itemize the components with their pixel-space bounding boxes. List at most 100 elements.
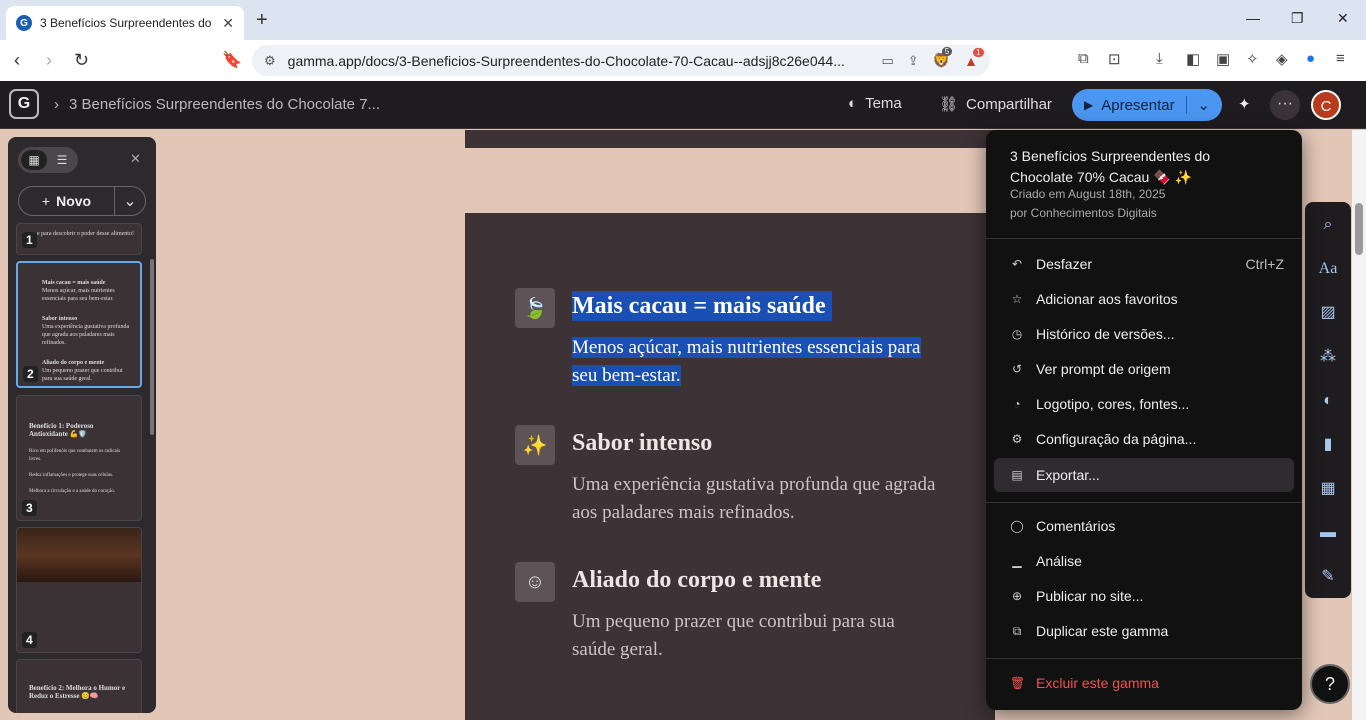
minimize-icon[interactable]: — — [1246, 10, 1260, 26]
menu-label: Configuração da página... — [1036, 431, 1197, 447]
new-dropdown-icon[interactable]: ⌄ — [115, 191, 145, 211]
slide-thumb-2[interactable]: Mais cacau = mais saúde Menos açúcar, ma… — [16, 261, 142, 388]
menu-icon[interactable]: ≡ — [1336, 50, 1345, 67]
film-icon[interactable]: ▦ — [1316, 477, 1340, 501]
tab-close-icon[interactable]: ✕ — [222, 15, 234, 32]
menu-label: Adicionar aos favoritos — [1036, 291, 1178, 307]
doc-author: por Conhecimentos Digitais — [1010, 206, 1157, 220]
extensions-icon[interactable]: ⧉ — [1078, 50, 1089, 67]
trash-icon: 🗑 — [1010, 676, 1026, 690]
slide-thumb-1[interactable]: e para descobrir o poder desse alimento!… — [16, 223, 142, 255]
menu-delete[interactable]: 🗑 Excluir este gamma — [994, 666, 1294, 700]
image-icon[interactable]: ▨ — [1316, 301, 1340, 325]
link-icon: ⛓ — [939, 96, 959, 113]
share-page-icon[interactable]: ⇪ — [908, 53, 919, 69]
help-button[interactable]: ? — [1310, 664, 1350, 704]
address-bar[interactable]: ⚙ gamma.app/docs/3-Beneficios-Surpreende… — [252, 45, 990, 76]
document-card[interactable]: 🍃 Mais cacau = mais saúde Menos açúcar, … — [465, 213, 995, 720]
search-icon[interactable]: ⌕ — [1316, 213, 1340, 237]
present-dropdown-icon[interactable]: ⌄ — [1186, 96, 1210, 114]
doc-title: 3 Benefícios Surpreendentes do Chocolate… — [1010, 148, 1211, 185]
prompt-icon: ↺ — [1011, 362, 1023, 376]
feature-title[interactable]: Aliado do corpo e mente — [572, 567, 821, 594]
scrollbar-thumb[interactable] — [1355, 203, 1363, 255]
avatar[interactable]: C — [1311, 90, 1341, 120]
divider — [986, 502, 1302, 503]
blocks-icon[interactable]: ⁂ — [1316, 345, 1340, 369]
thumb-line: Benefício 1: Poderoso Antioxidante 💪🛡️ — [29, 422, 94, 438]
menu-undo[interactable]: ↶ Desfazer Ctrl+Z — [994, 247, 1294, 281]
menu-comments[interactable]: ◯ Comentários — [994, 509, 1294, 543]
menu-label: Ver prompt de origem — [1036, 361, 1171, 377]
sidebar-close-icon[interactable]: ✕ — [130, 151, 141, 167]
chocolate-image — [17, 528, 141, 582]
window-close-icon[interactable]: ✕ — [1337, 10, 1349, 27]
new-label: Novo — [56, 193, 92, 209]
menu-label: Comentários — [1036, 518, 1116, 534]
new-card-label: + Novo — [19, 187, 115, 215]
menu-prompt[interactable]: ↺ Ver prompt de origem — [994, 352, 1294, 386]
menu-export[interactable]: ▤ Exportar... — [994, 458, 1294, 492]
menu-favorite[interactable]: ☆ Adicionar aos favoritos — [994, 282, 1294, 316]
menu-page-settings[interactable]: ⚙ Configuração da página... — [994, 422, 1294, 456]
gamma-logo-icon[interactable]: G — [9, 89, 39, 119]
site-info-icon[interactable]: ⚙ — [264, 53, 276, 69]
history-icon: ◷ — [1011, 327, 1023, 341]
slide-thumb-4[interactable]: 4 — [16, 527, 142, 653]
breadcrumb-title[interactable]: 3 Benefícios Surpreendentes do Chocolate… — [69, 96, 380, 113]
more-options-button[interactable]: ··· — [1270, 90, 1300, 120]
sidebar-scrollbar[interactable] — [150, 259, 154, 435]
feature-body[interactable]: Menos açúcar, mais nutrientes essenciais… — [572, 334, 942, 390]
palette-icon: ◐ — [848, 95, 858, 112]
reader-icon[interactable]: ⊡ — [1108, 50, 1121, 68]
bookmark-icon[interactable]: 🔖 — [222, 50, 242, 70]
chart-icon[interactable]: ▮ — [1316, 433, 1340, 457]
feature-title[interactable]: Mais cacau = mais saúde — [572, 291, 832, 321]
share-button[interactable]: ⛓ Compartilhar — [939, 95, 1052, 114]
right-toolbar: ⌕ Aa ▨ ⁂ ◐ ▮ ▦ ▬ ✎ — [1305, 202, 1351, 598]
sidebar-toggle-icon[interactable]: ◧ — [1186, 50, 1200, 68]
theme-label: Tema — [865, 95, 902, 112]
menu-publish[interactable]: ⊕ Publicar no site... — [994, 579, 1294, 613]
page-scrollbar[interactable] — [1352, 130, 1366, 720]
previous-card — [465, 130, 995, 148]
downloads-icon[interactable]: ⤓ — [1156, 50, 1163, 67]
thumb-line: Sabor intenso — [42, 316, 78, 322]
menu-history[interactable]: ◷ Histórico de versões... — [994, 317, 1294, 351]
ai-sparkle-icon[interactable]: ✦ — [1238, 95, 1251, 113]
globe-icon: ⊕ — [1011, 589, 1023, 603]
menu-label: Excluir este gamma — [1036, 675, 1159, 691]
brave-rewards-icon[interactable]: ▲ 1 — [964, 47, 984, 69]
slide-thumb-5[interactable]: Benefício 2: Melhora o Humor e Reduz o E… — [16, 659, 142, 713]
wallet-icon[interactable]: ▣ — [1216, 50, 1230, 68]
list-view-icon[interactable]: ☰ — [49, 150, 75, 170]
leo-ai-icon[interactable]: ✧ — [1246, 50, 1259, 68]
menu-analytics[interactable]: ▁ Análise — [994, 544, 1294, 578]
browser-tab[interactable]: G 3 Benefícios Surpreendentes do ✕ — [6, 6, 244, 40]
menu-branding[interactable]: ◔ Logotipo, cores, fontes... — [994, 387, 1294, 421]
menu-duplicate[interactable]: ⧉ Duplicar este gamma — [994, 614, 1294, 648]
feature-body[interactable]: Uma experiência gustativa profunda que a… — [572, 471, 942, 527]
theme-button[interactable]: ◐ Tema — [848, 95, 902, 112]
grid-view-icon[interactable]: ▦ — [21, 150, 47, 170]
star-icon: ☆ — [1011, 292, 1023, 306]
brave-shield-icon[interactable]: 🦁 5 — [933, 47, 953, 69]
new-tab-icon[interactable]: + — [256, 9, 268, 32]
forward-icon[interactable]: › — [46, 50, 52, 71]
feature-title[interactable]: Sabor intenso — [572, 430, 712, 457]
toggle-icon[interactable]: ◐ — [1316, 389, 1340, 413]
cast-icon[interactable]: ▭ — [882, 53, 894, 69]
present-button[interactable]: ▶ Apresentar ⌄ — [1072, 89, 1222, 121]
maximize-icon[interactable]: ❐ — [1291, 10, 1304, 27]
new-card-button[interactable]: + Novo ⌄ — [18, 186, 146, 216]
smiley-icon: ☺ — [515, 562, 555, 602]
profile-icon[interactable]: ● — [1306, 50, 1315, 67]
slide-thumb-3[interactable]: Benefício 1: Poderoso Antioxidante 💪🛡️ R… — [16, 395, 142, 521]
typography-icon[interactable]: Aa — [1316, 257, 1340, 281]
card-icon[interactable]: ▬ — [1316, 521, 1340, 545]
back-icon[interactable]: ‹ — [14, 50, 20, 71]
vpn-icon[interactable]: ◈ — [1276, 50, 1288, 68]
edit-icon[interactable]: ✎ — [1316, 565, 1340, 589]
feature-body[interactable]: Um pequeno prazer que contribui para sua… — [572, 608, 942, 664]
reload-icon[interactable]: ↻ — [74, 50, 89, 71]
